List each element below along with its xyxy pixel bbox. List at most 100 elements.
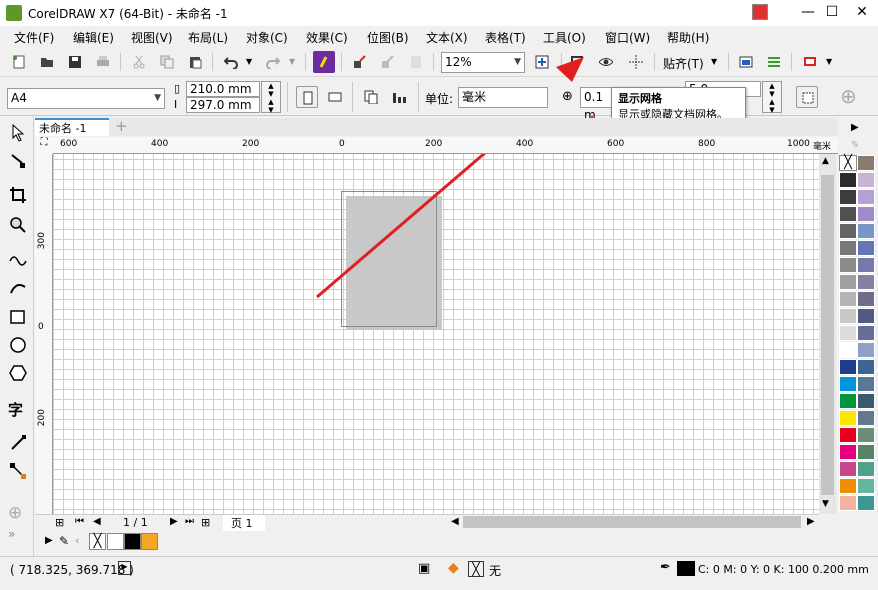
palette-swatch[interactable] xyxy=(857,342,875,358)
menu-window[interactable]: 窗口(W) xyxy=(605,29,650,46)
polygon-tool[interactable] xyxy=(8,363,28,383)
palette-swatch[interactable] xyxy=(839,291,857,307)
status-expand-icon[interactable]: ▶ xyxy=(118,561,131,575)
customize-toolbox-button[interactable]: ⊕ xyxy=(8,503,28,523)
print-button[interactable] xyxy=(92,51,114,73)
next-page-icon[interactable]: ▶ xyxy=(170,516,178,527)
horizontal-ruler[interactable]: 600 400 200 0 200 400 600 800 1000 毫米 xyxy=(53,137,838,154)
page-height-input[interactable]: 297.0 mm xyxy=(186,97,260,113)
no-color-swatch[interactable]: ╳ xyxy=(839,155,857,171)
redo-button[interactable] xyxy=(262,51,284,73)
undo-button[interactable] xyxy=(220,51,242,73)
artistic-media-tool[interactable] xyxy=(8,279,28,299)
drawing-canvas[interactable] xyxy=(53,154,819,514)
copy-button[interactable] xyxy=(156,51,178,73)
document-tab[interactable]: 未命名 -1 xyxy=(35,118,109,136)
palette-swatch[interactable] xyxy=(857,427,875,443)
palette-swatch[interactable] xyxy=(857,240,875,256)
close-button[interactable]: ✕ xyxy=(840,0,878,26)
new-tab-plus-icon[interactable]: + xyxy=(115,117,128,135)
palette-swatch[interactable] xyxy=(857,444,875,460)
palette-swatch[interactable] xyxy=(857,359,875,375)
palette-swatch[interactable] xyxy=(839,223,857,239)
last-page-icon[interactable]: ⏭ xyxy=(185,516,194,527)
palette-swatch[interactable] xyxy=(857,257,875,273)
import-button[interactable] xyxy=(349,51,371,73)
landscape-button[interactable] xyxy=(324,86,346,108)
palette-swatch[interactable] xyxy=(839,359,857,375)
eyedropper-icon[interactable]: ✎ xyxy=(851,140,859,151)
save-button[interactable] xyxy=(64,51,86,73)
show-grid-button[interactable] xyxy=(595,51,617,73)
welcome-screen-button[interactable] xyxy=(735,51,757,73)
add-preset-icon[interactable]: ⊕ xyxy=(840,84,857,108)
palette-swatch[interactable] xyxy=(839,308,857,324)
palette-swatch[interactable] xyxy=(839,461,857,477)
vertical-ruler[interactable]: 300 0 200 xyxy=(35,154,53,514)
snap-to-menu[interactable]: 贴齐(T) xyxy=(663,55,704,72)
palette-swatch[interactable] xyxy=(857,376,875,392)
cut-button[interactable] xyxy=(128,51,150,73)
zoom-tool[interactable] xyxy=(8,215,28,235)
portrait-button[interactable] xyxy=(296,86,318,108)
horizontal-scroll-thumb[interactable] xyxy=(463,516,801,528)
previous-page-icon[interactable]: ◀ xyxy=(93,516,101,527)
scroll-left-icon[interactable]: ◀ xyxy=(451,516,459,527)
menu-table[interactable]: 表格(T) xyxy=(485,29,526,46)
outline-pen-icon[interactable]: ✒ xyxy=(660,560,671,575)
fill-bucket-icon[interactable]: ◆ xyxy=(448,560,459,576)
ellipse-tool[interactable] xyxy=(8,335,28,355)
palette-swatch[interactable] xyxy=(839,342,857,358)
menu-text[interactable]: 文本(X) xyxy=(426,29,468,46)
palette-swatch[interactable] xyxy=(839,478,857,494)
page-size-select[interactable]: A4 ▼ xyxy=(7,88,165,109)
palette-swatch[interactable] xyxy=(839,410,857,426)
palette-swatch[interactable] xyxy=(857,155,875,171)
pick-tool[interactable] xyxy=(8,123,28,143)
eyedropper-icon[interactable]: ✎ xyxy=(59,534,69,548)
color-proof-icon[interactable]: ▣ xyxy=(418,561,430,576)
palette-swatch[interactable] xyxy=(839,427,857,443)
palette-swatch[interactable] xyxy=(857,461,875,477)
doc-palette-swatch[interactable] xyxy=(124,533,141,550)
palette-scroll-right-icon[interactable]: ▶ xyxy=(851,122,859,133)
add-page-before-icon[interactable]: ⊞ xyxy=(55,516,64,529)
palette-swatch[interactable] xyxy=(839,206,857,222)
toolbox-expand-button[interactable]: » xyxy=(8,527,28,547)
palette-swatch[interactable] xyxy=(839,240,857,256)
doc-palette-scroll-icon[interactable]: ‹ xyxy=(75,534,79,547)
menu-object[interactable]: 对象(C) xyxy=(246,29,288,46)
palette-swatch[interactable] xyxy=(857,410,875,426)
connector-tool[interactable] xyxy=(8,461,28,481)
current-page-button[interactable] xyxy=(388,86,410,108)
doc-palette-swatch[interactable] xyxy=(107,533,124,550)
palette-swatch[interactable] xyxy=(839,189,857,205)
page-tab[interactable]: 页 1 xyxy=(223,515,265,531)
palette-swatch[interactable] xyxy=(839,172,857,188)
palette-swatch[interactable] xyxy=(857,291,875,307)
palette-swatch[interactable] xyxy=(839,376,857,392)
treat-as-filled-button[interactable] xyxy=(796,86,818,108)
palette-swatch[interactable] xyxy=(857,189,875,205)
palette-swatch[interactable] xyxy=(857,206,875,222)
chevron-down-icon[interactable]: ▼ xyxy=(711,57,717,66)
palette-swatch[interactable] xyxy=(857,478,875,494)
palette-swatch[interactable] xyxy=(839,393,857,409)
redo-dropdown-arrow[interactable]: ▼ xyxy=(289,57,295,66)
new-document-button[interactable] xyxy=(8,51,30,73)
freehand-tool[interactable] xyxy=(8,251,28,271)
dimension-tool[interactable] xyxy=(8,433,28,453)
add-page-after-icon[interactable]: ⊞ xyxy=(201,516,210,529)
menu-layout[interactable]: 布局(L) xyxy=(188,29,228,46)
menu-view[interactable]: 视图(V) xyxy=(131,29,173,46)
palette-swatch[interactable] xyxy=(839,325,857,341)
palette-swatch[interactable] xyxy=(839,444,857,460)
application-launcher-button[interactable] xyxy=(799,51,821,73)
page-width-input[interactable]: 210.0 mm xyxy=(186,81,260,97)
menu-effects[interactable]: 效果(C) xyxy=(306,29,348,46)
scroll-up-icon[interactable]: ▲ xyxy=(822,156,829,166)
paste-button[interactable] xyxy=(184,51,206,73)
ruler-origin-icon[interactable]: ⛶ xyxy=(35,137,53,154)
palette-swatch[interactable] xyxy=(839,257,857,273)
crop-tool[interactable] xyxy=(8,185,28,205)
